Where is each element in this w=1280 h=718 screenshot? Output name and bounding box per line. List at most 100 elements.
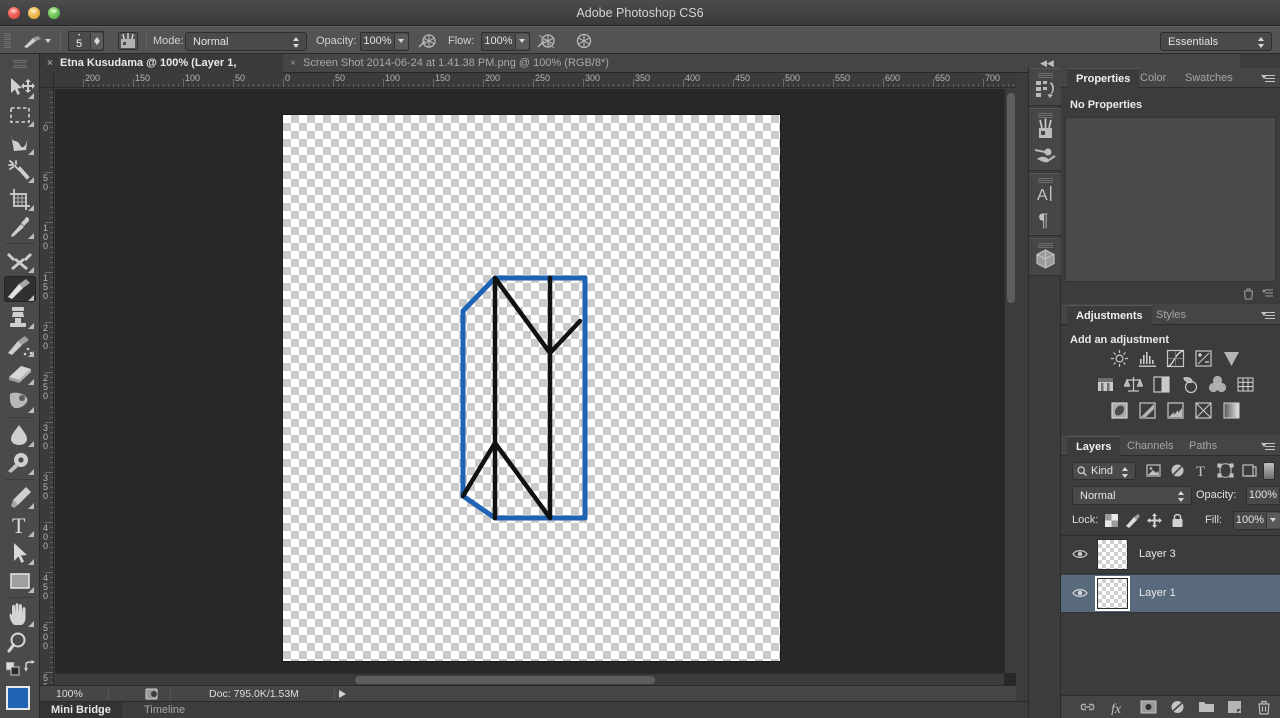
canvas-horizontal-scrollbar[interactable] — [55, 673, 1004, 685]
zoom-level[interactable]: 100% — [56, 686, 83, 702]
panel-menu-icon[interactable] — [1262, 288, 1274, 298]
panel-grip[interactable] — [1038, 242, 1053, 248]
filter-enable-toggle[interactable] — [1263, 462, 1275, 480]
close-icon[interactable]: × — [290, 54, 296, 73]
flow-dropdown[interactable] — [515, 34, 529, 49]
tab-mini-bridge[interactable]: Mini Bridge — [40, 702, 122, 718]
panel-grip[interactable] — [1038, 72, 1053, 78]
ruler-corner[interactable] — [40, 73, 54, 88]
scrollbar-thumb[interactable] — [355, 676, 655, 684]
layer-list[interactable]: Layer 3 Layer 1 — [1061, 535, 1280, 691]
color-lookup-icon[interactable] — [1236, 375, 1255, 394]
gradient-tool[interactable] — [4, 388, 36, 414]
document-area[interactable] — [55, 89, 1016, 685]
panel-options-icon[interactable] — [1261, 442, 1275, 451]
clone-stamp-tool[interactable] — [4, 304, 36, 330]
posterize-icon[interactable] — [1138, 401, 1157, 420]
layer-visibility-icon[interactable] — [1072, 548, 1088, 560]
tab-styles[interactable]: Styles — [1147, 305, 1195, 325]
layer-filter-kind-select[interactable]: Kind — [1072, 462, 1136, 480]
invert-icon[interactable] — [1110, 401, 1129, 420]
tab-adjustments[interactable]: Adjustments — [1067, 305, 1152, 325]
tablet-pressure-size-button[interactable] — [574, 32, 594, 51]
selective-color-icon[interactable] — [1194, 401, 1213, 420]
brush-size-stepper[interactable] — [90, 33, 103, 49]
layer-fill-field[interactable]: 100% — [1233, 511, 1280, 530]
new-layer-icon[interactable] — [1227, 700, 1244, 716]
foreground-color-swatch[interactable] — [6, 686, 30, 710]
canvas[interactable] — [283, 115, 780, 661]
tab-paths[interactable]: Paths — [1180, 436, 1226, 456]
lock-position-icon[interactable] — [1147, 513, 1162, 528]
paragraph-panel-icon[interactable]: ¶ — [1033, 208, 1058, 233]
hand-tool[interactable] — [4, 602, 36, 628]
levels-icon[interactable] — [1138, 349, 1157, 368]
eyedropper-tool[interactable] — [4, 214, 36, 240]
lock-all-icon[interactable] — [1171, 512, 1184, 528]
panel-options-icon[interactable] — [1261, 311, 1275, 320]
tools-panel-grip[interactable] — [13, 58, 27, 70]
document-thumbnail-icon[interactable] — [145, 688, 161, 700]
swap-colors-icon[interactable] — [24, 660, 36, 672]
close-icon[interactable]: × — [47, 54, 53, 73]
layer-thumbnail[interactable] — [1095, 576, 1130, 611]
crop-tool[interactable] — [4, 186, 36, 212]
gradient-map-icon[interactable] — [1222, 401, 1241, 420]
filter-adjustment-icon[interactable] — [1167, 462, 1188, 479]
workspace-select[interactable]: Essentials — [1160, 32, 1272, 51]
layer-name[interactable]: Layer 3 — [1139, 548, 1176, 560]
scrollbar-thumb[interactable] — [1007, 93, 1015, 303]
lasso-tool[interactable] — [4, 130, 36, 156]
opacity-field[interactable]: 100% — [360, 32, 409, 51]
zoom-tool[interactable] — [4, 630, 36, 656]
brush-size-field[interactable]: • 5 — [68, 31, 104, 51]
path-selection-tool[interactable] — [4, 540, 36, 566]
delete-icon[interactable] — [1243, 288, 1254, 300]
photo-filter-icon[interactable] — [1180, 375, 1199, 394]
layer-row-1[interactable]: Layer 1 — [1061, 575, 1280, 613]
history-brush-tool[interactable] — [4, 332, 36, 358]
panel-grip[interactable] — [1038, 177, 1053, 183]
dodge-tool[interactable] — [4, 450, 36, 476]
brush-tool[interactable] — [4, 276, 36, 302]
delete-layer-icon[interactable] — [1257, 700, 1274, 716]
status-menu-arrow-icon[interactable] — [339, 690, 346, 698]
toggle-brush-panel-button[interactable] — [118, 32, 138, 50]
tab-color[interactable]: Color — [1131, 68, 1175, 88]
lock-transparent-pixels-icon[interactable] — [1105, 514, 1118, 527]
curves-icon[interactable] — [1166, 349, 1185, 368]
new-adjustment-layer-icon[interactable] — [1169, 700, 1186, 716]
document-tab-1[interactable]: × Screen Shot 2014-06-24 at 1.41.38 PM.p… — [283, 54, 621, 73]
hue-saturation-icon[interactable] — [1096, 375, 1115, 394]
tab-layers[interactable]: Layers — [1067, 436, 1121, 456]
filter-type-icon[interactable]: T — [1191, 462, 1212, 479]
new-group-icon[interactable] — [1198, 700, 1215, 716]
brush-presets-icon[interactable] — [1033, 118, 1058, 143]
filter-shape-icon[interactable] — [1215, 462, 1236, 479]
black-white-icon[interactable] — [1152, 375, 1171, 394]
tab-swatches[interactable]: Swatches — [1176, 68, 1242, 88]
tool-presets-icon[interactable] — [1033, 143, 1058, 168]
threshold-icon[interactable] — [1166, 401, 1185, 420]
magic-wand-tool[interactable] — [4, 158, 36, 184]
airbrush-button[interactable] — [537, 32, 557, 51]
tab-timeline[interactable]: Timeline — [133, 702, 196, 718]
vibrance-icon[interactable] — [1222, 349, 1241, 368]
layer-blend-mode-select[interactable]: Normal — [1072, 486, 1192, 505]
tab-properties[interactable]: Properties — [1067, 68, 1140, 88]
lock-image-pixels-icon[interactable] — [1125, 513, 1141, 528]
blend-mode-select[interactable]: Normal — [185, 32, 307, 51]
tab-channels[interactable]: Channels — [1118, 436, 1182, 456]
eraser-tool[interactable] — [4, 360, 36, 386]
move-tool[interactable] — [4, 74, 36, 100]
character-panel-icon[interactable]: A — [1033, 183, 1058, 208]
layer-thumbnail[interactable] — [1097, 539, 1128, 570]
rectangle-tool[interactable] — [4, 568, 36, 594]
link-layers-icon[interactable] — [1079, 700, 1096, 716]
default-colors-icon[interactable] — [6, 662, 20, 676]
exposure-icon[interactable] — [1194, 349, 1213, 368]
layer-style-icon[interactable]: fx — [1110, 700, 1127, 716]
flow-field[interactable]: 100% — [481, 32, 530, 51]
horizontal-type-tool[interactable]: T — [4, 512, 36, 538]
layer-name[interactable]: Layer 1 — [1139, 587, 1176, 599]
